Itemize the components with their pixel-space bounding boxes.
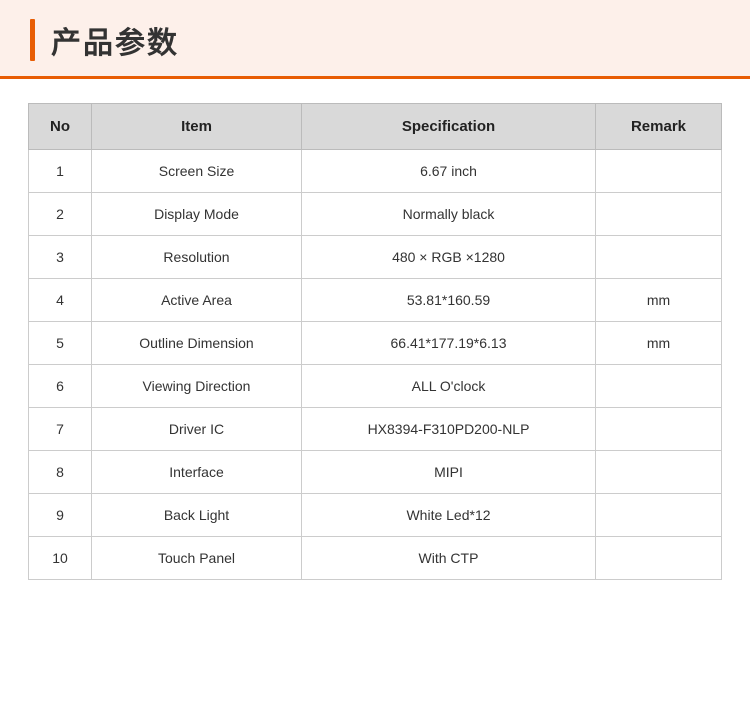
cell-specification: 53.81*160.59 — [302, 279, 596, 322]
cell-item: Active Area — [92, 279, 302, 322]
cell-item: Screen Size — [92, 150, 302, 193]
cell-item: Viewing Direction — [92, 365, 302, 408]
cell-specification: HX8394-F310PD200-NLP — [302, 408, 596, 451]
cell-no: 3 — [29, 236, 92, 279]
cell-specification: ALL O'clock — [302, 365, 596, 408]
cell-remark: mm — [596, 322, 722, 365]
cell-remark — [596, 494, 722, 537]
cell-specification: With CTP — [302, 537, 596, 580]
cell-no: 4 — [29, 279, 92, 322]
cell-remark — [596, 451, 722, 494]
col-header-no: No — [29, 104, 92, 150]
cell-remark — [596, 537, 722, 580]
cell-remark — [596, 150, 722, 193]
col-header-specification: Specification — [302, 104, 596, 150]
cell-specification: 480 × RGB ×1280 — [302, 236, 596, 279]
cell-no: 8 — [29, 451, 92, 494]
cell-specification: MIPI — [302, 451, 596, 494]
cell-specification: 66.41*177.19*6.13 — [302, 322, 596, 365]
cell-remark: mm — [596, 279, 722, 322]
table-row: 10Touch PanelWith CTP — [29, 537, 722, 580]
cell-item: Resolution — [92, 236, 302, 279]
cell-no: 9 — [29, 494, 92, 537]
cell-remark — [596, 236, 722, 279]
cell-item: Outline Dimension — [92, 322, 302, 365]
cell-item: Interface — [92, 451, 302, 494]
header-bar-decoration — [30, 19, 35, 61]
cell-remark — [596, 408, 722, 451]
cell-no: 6 — [29, 365, 92, 408]
cell-no: 7 — [29, 408, 92, 451]
cell-item: Back Light — [92, 494, 302, 537]
cell-item: Touch Panel — [92, 537, 302, 580]
page-title: 产品参数 — [51, 18, 179, 62]
cell-no: 2 — [29, 193, 92, 236]
table-row: 4Active Area53.81*160.59mm — [29, 279, 722, 322]
cell-specification: Normally black — [302, 193, 596, 236]
table-header-row: No Item Specification Remark — [29, 104, 722, 150]
table-row: 3Resolution480 × RGB ×1280 — [29, 236, 722, 279]
cell-item: Driver IC — [92, 408, 302, 451]
cell-no: 10 — [29, 537, 92, 580]
page-wrapper: 产品参数 No Item Specification Remark 1Scree… — [0, 0, 750, 702]
cell-item: Display Mode — [92, 193, 302, 236]
table-section: No Item Specification Remark 1Screen Siz… — [0, 79, 750, 604]
cell-remark — [596, 193, 722, 236]
table-row: 5Outline Dimension66.41*177.19*6.13mm — [29, 322, 722, 365]
cell-no: 1 — [29, 150, 92, 193]
table-row: 8InterfaceMIPI — [29, 451, 722, 494]
header-section: 产品参数 — [0, 0, 750, 79]
cell-no: 5 — [29, 322, 92, 365]
table-row: 7Driver ICHX8394-F310PD200-NLP — [29, 408, 722, 451]
col-header-remark: Remark — [596, 104, 722, 150]
spec-table: No Item Specification Remark 1Screen Siz… — [28, 103, 722, 580]
table-row: 6Viewing DirectionALL O'clock — [29, 365, 722, 408]
table-row: 1Screen Size6.67 inch — [29, 150, 722, 193]
cell-remark — [596, 365, 722, 408]
table-row: 2Display ModeNormally black — [29, 193, 722, 236]
cell-specification: White Led*12 — [302, 494, 596, 537]
cell-specification: 6.67 inch — [302, 150, 596, 193]
col-header-item: Item — [92, 104, 302, 150]
table-row: 9Back LightWhite Led*12 — [29, 494, 722, 537]
